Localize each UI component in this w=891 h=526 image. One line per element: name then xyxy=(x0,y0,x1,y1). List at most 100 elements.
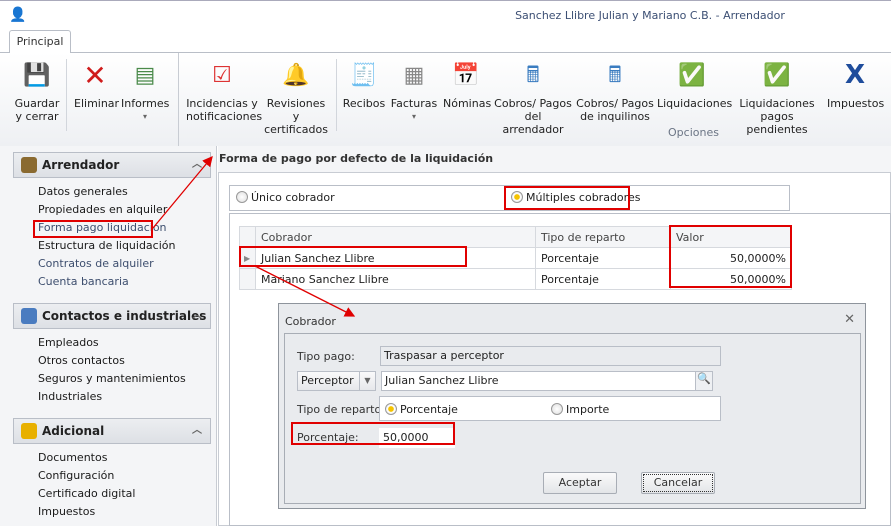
chevron-down-icon[interactable]: ▼ xyxy=(359,372,375,390)
tenant-payments-button[interactable]: 🖩 Cobros/ Pagos de inquilinos xyxy=(576,59,654,123)
sidebar-item-datos-generales[interactable]: Datos generales xyxy=(38,185,128,198)
sidebar-item-certificado[interactable]: Certificado digital xyxy=(38,487,135,500)
sidebar-item-documentos[interactable]: Documentos xyxy=(38,451,107,464)
button-label: Impuestos xyxy=(827,97,885,110)
column-header-cobrador[interactable]: Cobrador xyxy=(255,226,536,248)
reports-button[interactable]: ▤ Informes ▾ xyxy=(121,59,169,123)
perceptor-select[interactable]: Perceptor ▼ xyxy=(297,371,376,391)
button-label: y cerrar xyxy=(15,110,59,123)
radio-importe[interactable]: Importe xyxy=(551,401,609,419)
column-header-tipo[interactable]: Tipo de reparto xyxy=(535,226,671,248)
calculator-user-icon: 🖩 xyxy=(608,62,622,88)
chevron-up-icon[interactable]: ︿ xyxy=(192,419,202,443)
cell-tipo[interactable]: Porcentaje xyxy=(535,247,671,269)
cobrador-mode-group: Único cobrador Múltiples cobradores xyxy=(229,185,790,211)
button-label: Liquidaciones xyxy=(657,97,733,110)
group-label: Opciones xyxy=(668,126,719,139)
radio-selected-icon xyxy=(511,191,523,203)
tipo-pago-field: Traspasar a perceptor xyxy=(380,346,721,366)
sidebar-item-impuestos[interactable]: Impuestos xyxy=(38,505,95,518)
button-label: Recibos xyxy=(342,97,386,110)
radio-selected-icon xyxy=(385,403,397,415)
cell-cobrador[interactable]: Julian Sanchez Llibre xyxy=(255,247,536,269)
cobrador-dialog: Cobrador ✕ Tipo pago: Traspasar a percep… xyxy=(278,303,866,509)
calculator-icon: 🖩 xyxy=(526,62,540,88)
reparto-radio-group: Porcentaje Importe xyxy=(379,396,721,421)
save-button[interactable]: 💾 Guardar y cerrar xyxy=(14,59,60,123)
title-bar: 👤 Sanchez Llibre Julian y Mariano C.B. -… xyxy=(0,0,891,30)
dropdown-arrow-icon: ▾ xyxy=(142,112,147,121)
column-header-valor[interactable]: Valor xyxy=(670,226,792,248)
dialog-body: Tipo pago: Traspasar a perceptor Percept… xyxy=(284,333,861,504)
porcentaje-input[interactable]: 50,0000 xyxy=(379,428,455,448)
accept-button[interactable]: Aceptar xyxy=(543,472,617,494)
button-label: Informes xyxy=(121,97,170,110)
delete-button[interactable]: ✕ Eliminar xyxy=(74,59,119,110)
sidebar-item-forma-pago[interactable]: Forma pago liquidación xyxy=(38,221,167,234)
cobradores-table: Cobrador Tipo de reparto Valor ▶ Julian San… xyxy=(239,226,792,290)
people-icon xyxy=(21,308,37,324)
sidebar-group-contactos[interactable]: Contactos e industriales ︿ xyxy=(13,303,211,329)
tab-principal[interactable]: Principal xyxy=(9,30,71,53)
perceptor-input[interactable]: Julian Sanchez Llibre xyxy=(381,371,711,391)
cell-valor[interactable]: 50,0000% xyxy=(670,247,792,269)
radio-label: Único cobrador xyxy=(251,191,335,204)
group-title: Adicional xyxy=(42,424,105,438)
sidebar-group-arrendador[interactable]: Arrendador ︿ xyxy=(13,152,211,178)
user-icon: 👤 xyxy=(9,7,27,23)
row-indicator xyxy=(239,268,256,290)
button-label: Cobros/ Pagos xyxy=(494,97,572,110)
invoice-icon: ▦ xyxy=(403,62,425,88)
cell-valor[interactable]: 50,0000% xyxy=(670,268,792,290)
sidebar-item-seguros[interactable]: Seguros y mantenimientos xyxy=(38,372,186,385)
radio-unico[interactable]: Único cobrador xyxy=(236,191,335,204)
chevron-up-icon[interactable]: ︿ xyxy=(192,304,202,328)
table-row[interactable]: Mariano Sanchez Llibre Porcentaje 50,0000% xyxy=(239,268,792,290)
ribbon: 💾 Guardar y cerrar ✕ Eliminar ▤ Informes ▾ ☑ I… xyxy=(0,52,891,147)
button-label: Facturas xyxy=(390,97,438,110)
window-title: Sanchez Llibre Julian y Mariano C.B. - A… xyxy=(515,9,785,22)
sidebar-item-empleados[interactable]: Empleados xyxy=(38,336,99,349)
table-row[interactable]: ▶ Julian Sanchez Llibre Porcentaje 50,0000% xyxy=(239,247,792,269)
button-label: del arrendador xyxy=(502,110,564,136)
chevron-up-icon[interactable]: ︿ xyxy=(192,153,202,177)
group-title: Contactos e industriales xyxy=(42,309,207,323)
cancel-button[interactable]: Cancelar xyxy=(641,472,715,494)
pending-settlements-button[interactable]: ✅ Liquidaciones pagos pendientes xyxy=(730,59,824,136)
button-label: Liquidaciones xyxy=(739,97,815,110)
receipts-button[interactable]: 🧾 Recibos xyxy=(342,59,386,110)
radio-icon xyxy=(236,191,248,203)
sidebar-item-propiedades[interactable]: Propiedades en alquiler xyxy=(38,203,167,216)
sidebar-item-contratos[interactable]: Contratos de alquiler xyxy=(38,257,154,270)
button-label: pagos pendientes xyxy=(746,110,808,136)
landlord-payments-button[interactable]: 🖩 Cobros/ Pagos del arrendador xyxy=(494,59,572,136)
taxes-button[interactable]: X Impuestos xyxy=(827,59,885,111)
sidebar-group-adicional[interactable]: Adicional ︿ xyxy=(13,418,211,444)
database-icon xyxy=(21,423,37,439)
sidebar-item-estructura[interactable]: Estructura de liquidación xyxy=(38,239,175,252)
sidebar-item-cuenta-bancaria[interactable]: Cuenta bancaria xyxy=(38,275,129,288)
tax-agency-icon: X xyxy=(844,59,866,90)
sidebar-item-configuracion[interactable]: Configuración xyxy=(38,469,114,482)
button-label: Guardar xyxy=(14,97,60,110)
radio-label: Múltiples cobradores xyxy=(526,191,641,204)
save-icon: 💾 xyxy=(23,62,51,88)
door-icon xyxy=(21,157,37,173)
incidents-button[interactable]: ☑ Incidencias y notificaciones xyxy=(186,59,262,123)
settlements-button[interactable]: ✅ Liquidaciones xyxy=(657,59,733,110)
radio-multiples[interactable]: Múltiples cobradores xyxy=(511,191,640,204)
button-label: Revisiones y xyxy=(266,97,326,123)
invoices-button[interactable]: ▦ Facturas ▾ xyxy=(390,59,438,123)
payroll-button[interactable]: 📅 Nóminas xyxy=(443,59,491,110)
close-icon[interactable]: ✕ xyxy=(844,312,855,327)
search-icon[interactable]: 🔍 xyxy=(695,371,713,391)
sidebar-item-industriales[interactable]: Industriales xyxy=(38,390,102,403)
sidebar-item-otros-contactos[interactable]: Otros contactos xyxy=(38,354,125,367)
tipo-pago-label: Tipo pago: xyxy=(297,350,355,363)
reparto-label: Tipo de reparto: xyxy=(297,403,385,416)
cell-cobrador[interactable]: Mariano Sanchez Llibre xyxy=(255,268,536,290)
cell-tipo[interactable]: Porcentaje xyxy=(535,268,671,290)
radio-porcentaje[interactable]: Porcentaje xyxy=(385,401,458,419)
revisions-button[interactable]: 🔔 Revisiones y certificados xyxy=(262,59,330,136)
porcentaje-label: Porcentaje: xyxy=(297,431,359,444)
